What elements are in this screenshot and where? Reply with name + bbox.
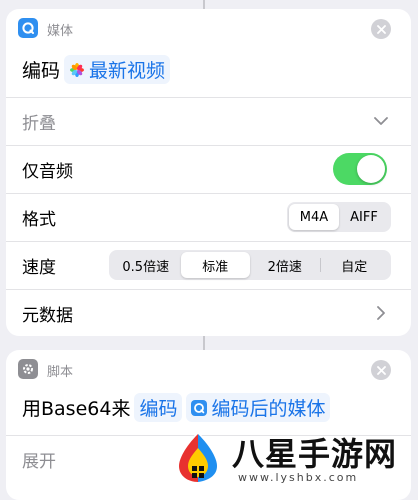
app-category-label: 脚本 bbox=[47, 365, 74, 380]
input-variable-token[interactable]: 最新视频 bbox=[64, 55, 171, 84]
speed-option-half[interactable]: 0.5倍速 bbox=[111, 252, 181, 278]
speed-option-normal[interactable]: 标准 bbox=[180, 252, 250, 278]
speed-row: 速度 0.5倍速 标准 2倍速 自定 bbox=[6, 241, 411, 289]
format-option-aiff[interactable]: AIFF bbox=[339, 204, 389, 230]
close-icon bbox=[376, 365, 386, 375]
watermark-brand: 八星手游网 bbox=[232, 435, 398, 473]
metadata-label: 元数据 bbox=[22, 306, 73, 326]
media-icon bbox=[191, 399, 208, 416]
script-app-icon bbox=[18, 359, 38, 379]
card-header: 媒体 bbox=[6, 9, 411, 42]
speed-option-double[interactable]: 2倍速 bbox=[250, 252, 320, 278]
encode-media-action-card[interactable]: 媒体 编码 最新视频 折叠 仅音频 格式 M4A AIFF 速度 0.5倍速 标… bbox=[6, 9, 411, 336]
remove-action-button[interactable] bbox=[371, 360, 391, 380]
close-icon bbox=[376, 24, 386, 34]
chevron-down-icon bbox=[374, 117, 388, 125]
toggle-knob bbox=[357, 155, 385, 183]
format-option-m4a[interactable]: M4A bbox=[289, 204, 339, 230]
expand-label: 展开 bbox=[22, 452, 56, 472]
site-watermark: 八星手游网 www.lyshbx.com bbox=[166, 426, 418, 488]
remove-action-button[interactable] bbox=[371, 19, 391, 39]
watermark-url: www.lyshbx.com bbox=[238, 471, 359, 484]
audio-only-label: 仅音频 bbox=[22, 162, 73, 182]
action-prefix: 用Base64来 bbox=[22, 398, 131, 420]
flow-connector-middle bbox=[203, 336, 205, 350]
input-variable-token[interactable]: 编码后的媒体 bbox=[186, 393, 331, 422]
card-header: 脚本 bbox=[6, 350, 411, 383]
speed-segmented-control: 0.5倍速 标准 2倍速 自定 bbox=[109, 250, 391, 280]
watermark-logo bbox=[176, 432, 220, 484]
media-app-icon bbox=[18, 18, 38, 38]
chevron-right-icon bbox=[377, 306, 385, 320]
speed-option-custom[interactable]: 自定 bbox=[319, 252, 390, 278]
action-summary: 编码 最新视频 bbox=[22, 55, 171, 84]
audio-only-toggle[interactable] bbox=[333, 153, 387, 185]
variable-label: 最新视频 bbox=[89, 60, 166, 82]
format-row: 格式 M4A AIFF bbox=[6, 193, 411, 241]
format-label: 格式 bbox=[22, 210, 56, 230]
mode-token[interactable]: 编码 bbox=[134, 393, 183, 422]
collapse-row[interactable]: 折叠 bbox=[6, 97, 411, 145]
collapse-label: 折叠 bbox=[22, 114, 56, 134]
action-verb: 编码 bbox=[22, 60, 61, 82]
format-segmented-control: M4A AIFF bbox=[287, 202, 391, 232]
metadata-row[interactable]: 元数据 bbox=[6, 289, 411, 336]
app-category-label: 媒体 bbox=[47, 24, 74, 39]
speed-label: 速度 bbox=[22, 258, 56, 278]
variable-label: 编码后的媒体 bbox=[211, 398, 326, 420]
audio-only-row: 仅音频 bbox=[6, 145, 411, 193]
action-summary: 用Base64来 编码 编码后的媒体 bbox=[22, 393, 331, 422]
photos-icon bbox=[69, 62, 85, 78]
